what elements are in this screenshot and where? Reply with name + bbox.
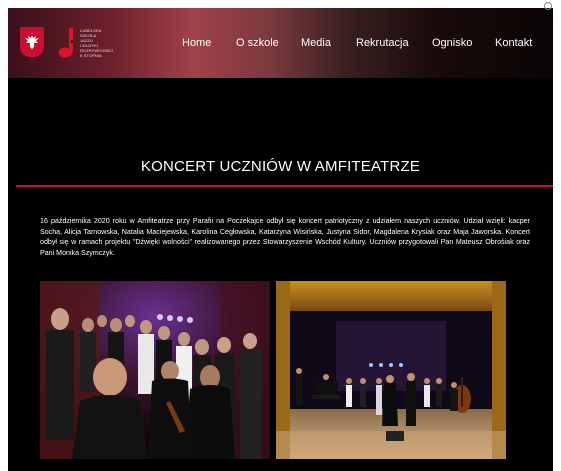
- group-photo-image: [40, 281, 270, 459]
- nav-item-ognisko[interactable]: Ognisko: [432, 37, 472, 49]
- nav-item-media[interactable]: Media: [301, 37, 331, 49]
- concert-photo-group[interactable]: [40, 281, 270, 459]
- main-navigation: Home O szkole Media Rekrutacja Ognisko K…: [8, 37, 553, 53]
- nav-item-kontakt[interactable]: Kontakt: [495, 37, 532, 49]
- concert-photo-stage[interactable]: [276, 281, 506, 459]
- page-title: KONCERT UCZNIÓW W AMFITEATRZE: [140, 158, 421, 175]
- article-body: 16 października 2020 roku w Amfiteatrze …: [40, 217, 530, 257]
- title-divider: [16, 185, 553, 187]
- page: Lubelska Szkoła Jazzu i Muzyki Rozrywkow…: [8, 8, 553, 471]
- scroll-indicator-icon: [544, 2, 552, 10]
- stage-photo-image: [276, 281, 506, 459]
- logo-line: II stopnia: [80, 53, 102, 58]
- nav-item-home[interactable]: Home: [182, 37, 211, 49]
- nav-item-rekrutacja[interactable]: Rekrutacja: [356, 37, 409, 49]
- site-header: Lubelska Szkoła Jazzu i Muzyki Rozrywkow…: [8, 8, 553, 78]
- nav-item-o-szkole[interactable]: O szkole: [236, 37, 279, 49]
